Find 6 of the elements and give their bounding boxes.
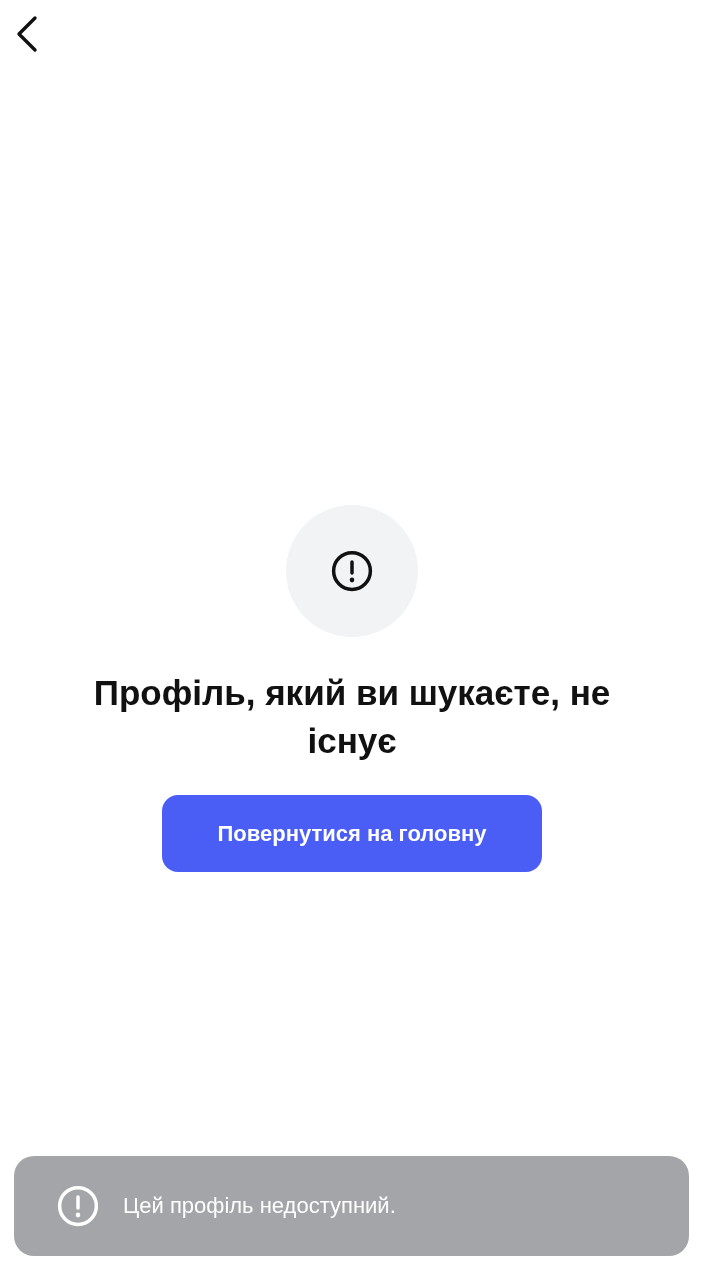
toast-message: Цей профіль недоступний. xyxy=(123,1193,396,1219)
alert-icon xyxy=(331,550,373,592)
error-title: Профіль, який ви шукаєте, не існує xyxy=(92,672,612,762)
alert-icon xyxy=(57,1185,99,1227)
back-icon[interactable] xyxy=(14,14,40,54)
home-button[interactable]: Повернутися на головну xyxy=(162,795,542,872)
